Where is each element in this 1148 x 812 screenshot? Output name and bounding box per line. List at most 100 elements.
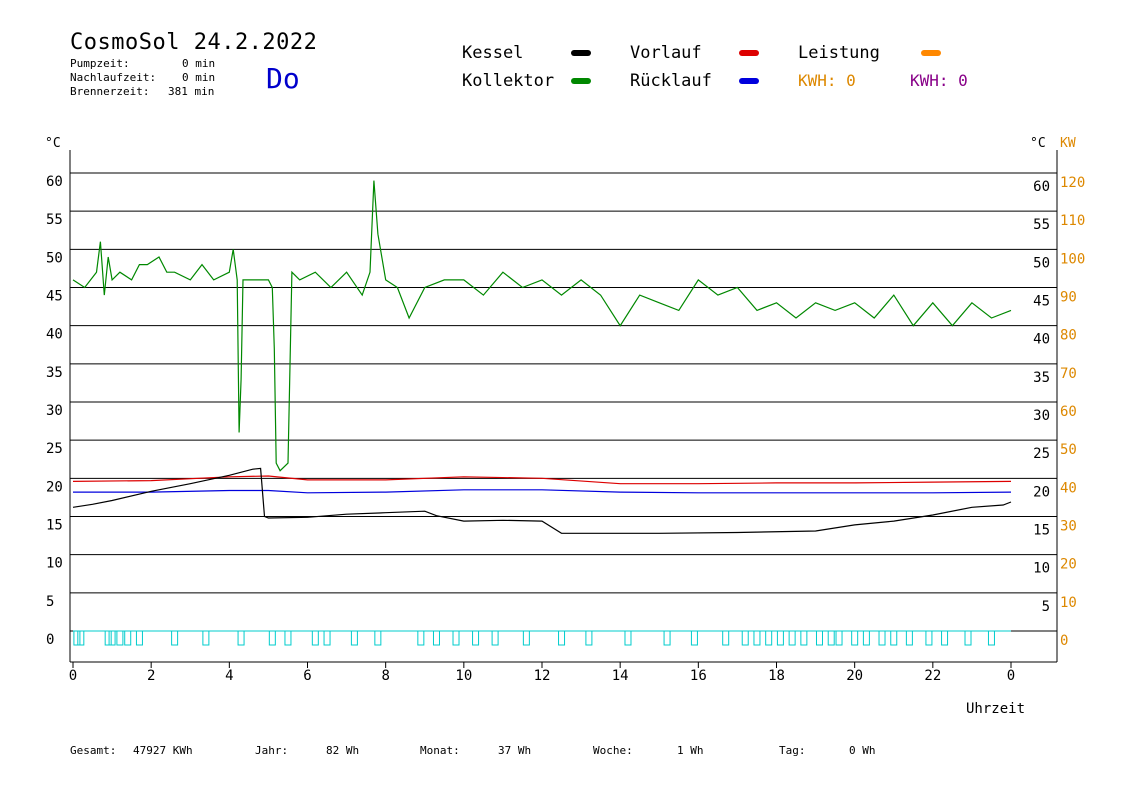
leistung-pulse-marker — [862, 630, 870, 646]
y-tick-label-right-kw: 20 — [1060, 557, 1077, 573]
y-tick-label-right-kw: 30 — [1060, 519, 1077, 535]
x-tick-label: 8 — [381, 668, 389, 684]
leistung-pulse-marker — [77, 630, 85, 646]
leistung-pulse-marker — [741, 630, 749, 646]
footer-value-woche: 1 Wh — [677, 744, 704, 757]
y-tick-label-right-celsius: 20 — [1033, 484, 1050, 500]
y-tick-label-left: 25 — [46, 441, 63, 457]
y-tick-label-right-kw: 90 — [1060, 290, 1077, 306]
leistung-pulse-marker — [311, 630, 319, 646]
x-tick-label: 0 — [1007, 668, 1015, 684]
x-tick-label: 22 — [924, 668, 941, 684]
y-tick-label-right-kw: 120 — [1060, 175, 1085, 191]
y-tick-label-right-kw: 70 — [1060, 366, 1077, 382]
y-tick-label-right-celsius: 50 — [1033, 255, 1050, 271]
x-tick-label: 6 — [303, 668, 311, 684]
leistung-pulse-marker — [108, 630, 116, 646]
y-tick-label-right-kw: 80 — [1060, 328, 1077, 344]
leistung-pulse-marker — [663, 630, 671, 646]
x-tick-label: 4 — [225, 668, 233, 684]
x-tick-label: 2 — [147, 668, 155, 684]
y-tick-label-right-celsius: 5 — [1042, 599, 1050, 615]
leistung-pulse-marker — [73, 630, 81, 646]
series-line-vorlauf — [72, 475, 1012, 485]
leistung-pulse-marker — [171, 630, 179, 646]
y-tick-label-right-kw: 100 — [1060, 251, 1085, 267]
footer-value-monat: 37 Wh — [498, 744, 532, 757]
x-tick-label: 18 — [768, 668, 785, 684]
leistung-pulse-marker — [374, 630, 382, 646]
leistung-pulse-marker — [827, 630, 835, 646]
y-tick-label-left: 10 — [46, 556, 63, 572]
leistung-pulse-marker — [800, 630, 808, 646]
footer-value-gesamt: 47927 KWh — [133, 744, 193, 757]
y-tick-label-right-celsius: 40 — [1033, 332, 1050, 348]
leistung-pulse-marker — [522, 630, 530, 646]
leistung-pulse-marker — [765, 630, 773, 646]
y-tick-label-right-celsius: 45 — [1033, 294, 1050, 310]
leistung-pulse-marker — [237, 630, 245, 646]
leistung-pulse-marker — [878, 630, 886, 646]
y-tick-label-right-celsius: 10 — [1033, 561, 1050, 577]
leistung-pulse-marker — [585, 630, 593, 646]
footer-label-tag: Tag: — [779, 744, 806, 757]
leistung-pulse-marker — [964, 630, 972, 646]
leistung-pulse-marker — [268, 630, 276, 646]
y-tick-label-left: 0 — [46, 632, 54, 648]
y-tick-label-right-celsius: 15 — [1033, 523, 1050, 539]
leistung-pulse-marker — [890, 630, 898, 646]
y-tick-label-right-kw: 10 — [1060, 595, 1077, 611]
leistung-pulse-marker — [432, 630, 440, 646]
leistung-pulse-marker — [753, 630, 761, 646]
y-tick-label-right-kw: 40 — [1060, 480, 1077, 496]
x-tick-label: 0 — [69, 668, 77, 684]
leistung-pulse-marker — [722, 630, 730, 646]
leistung-pulse-marker — [815, 630, 823, 646]
y-tick-label-left: 40 — [46, 327, 63, 343]
y-tick-label-right-kw: 50 — [1060, 442, 1077, 458]
y-tick-label-right-celsius: 55 — [1033, 217, 1050, 233]
footer-label-jahr: Jahr: — [255, 744, 289, 757]
y-tick-label-right-celsius: 60 — [1033, 179, 1050, 195]
footer-label-monat: Monat: — [420, 744, 460, 757]
leistung-pulse-marker — [124, 630, 132, 646]
leistung-pulse-marker — [925, 630, 933, 646]
x-tick-label: 12 — [534, 668, 551, 684]
leistung-pulse-marker — [558, 630, 566, 646]
y-tick-label-right-kw: 60 — [1060, 404, 1077, 420]
footer-value-jahr: 82 Wh — [326, 744, 360, 757]
leistung-pulse-marker — [491, 630, 499, 646]
leistung-pulse-marker — [350, 630, 358, 646]
footer-value-tag: 0 Wh — [849, 744, 876, 757]
y-tick-label-left: 60 — [46, 174, 63, 190]
leistung-pulse-marker — [417, 630, 425, 646]
leistung-pulse-marker — [104, 630, 112, 646]
y-tick-label-left: 15 — [46, 518, 63, 534]
temperature-chart: 0510152025303540455055605101520253035404… — [46, 150, 1085, 684]
leistung-pulse-marker — [835, 630, 843, 646]
x-tick-label: 16 — [690, 668, 707, 684]
leistung-pulse-marker — [116, 630, 124, 646]
leistung-pulse-marker — [788, 630, 796, 646]
y-tick-label-left: 5 — [46, 594, 54, 610]
leistung-pulse-marker — [987, 630, 995, 646]
x-tick-label: 10 — [455, 668, 472, 684]
y-tick-label-right-celsius: 30 — [1033, 408, 1050, 424]
leistung-pulse-marker — [776, 630, 784, 646]
leistung-pulse-marker — [905, 630, 913, 646]
series-line-rücklauf — [73, 489, 1012, 494]
y-tick-label-left: 45 — [46, 289, 63, 305]
y-tick-label-left: 35 — [46, 365, 63, 381]
y-tick-label-left: 20 — [46, 479, 63, 495]
leistung-pulse-marker — [284, 630, 292, 646]
leistung-pulse-marker — [851, 630, 859, 646]
footer-label-gesamt: Gesamt: — [70, 744, 117, 757]
leistung-pulse-marker — [135, 630, 143, 646]
y-tick-label-left: 30 — [46, 403, 63, 419]
x-tick-label: 14 — [612, 668, 629, 684]
footer-label-woche: Woche: — [593, 744, 633, 757]
y-tick-label-left: 50 — [46, 250, 63, 266]
leistung-pulse-marker — [202, 630, 210, 646]
leistung-pulse-marker — [690, 630, 698, 646]
leistung-pulse-marker — [452, 630, 460, 646]
